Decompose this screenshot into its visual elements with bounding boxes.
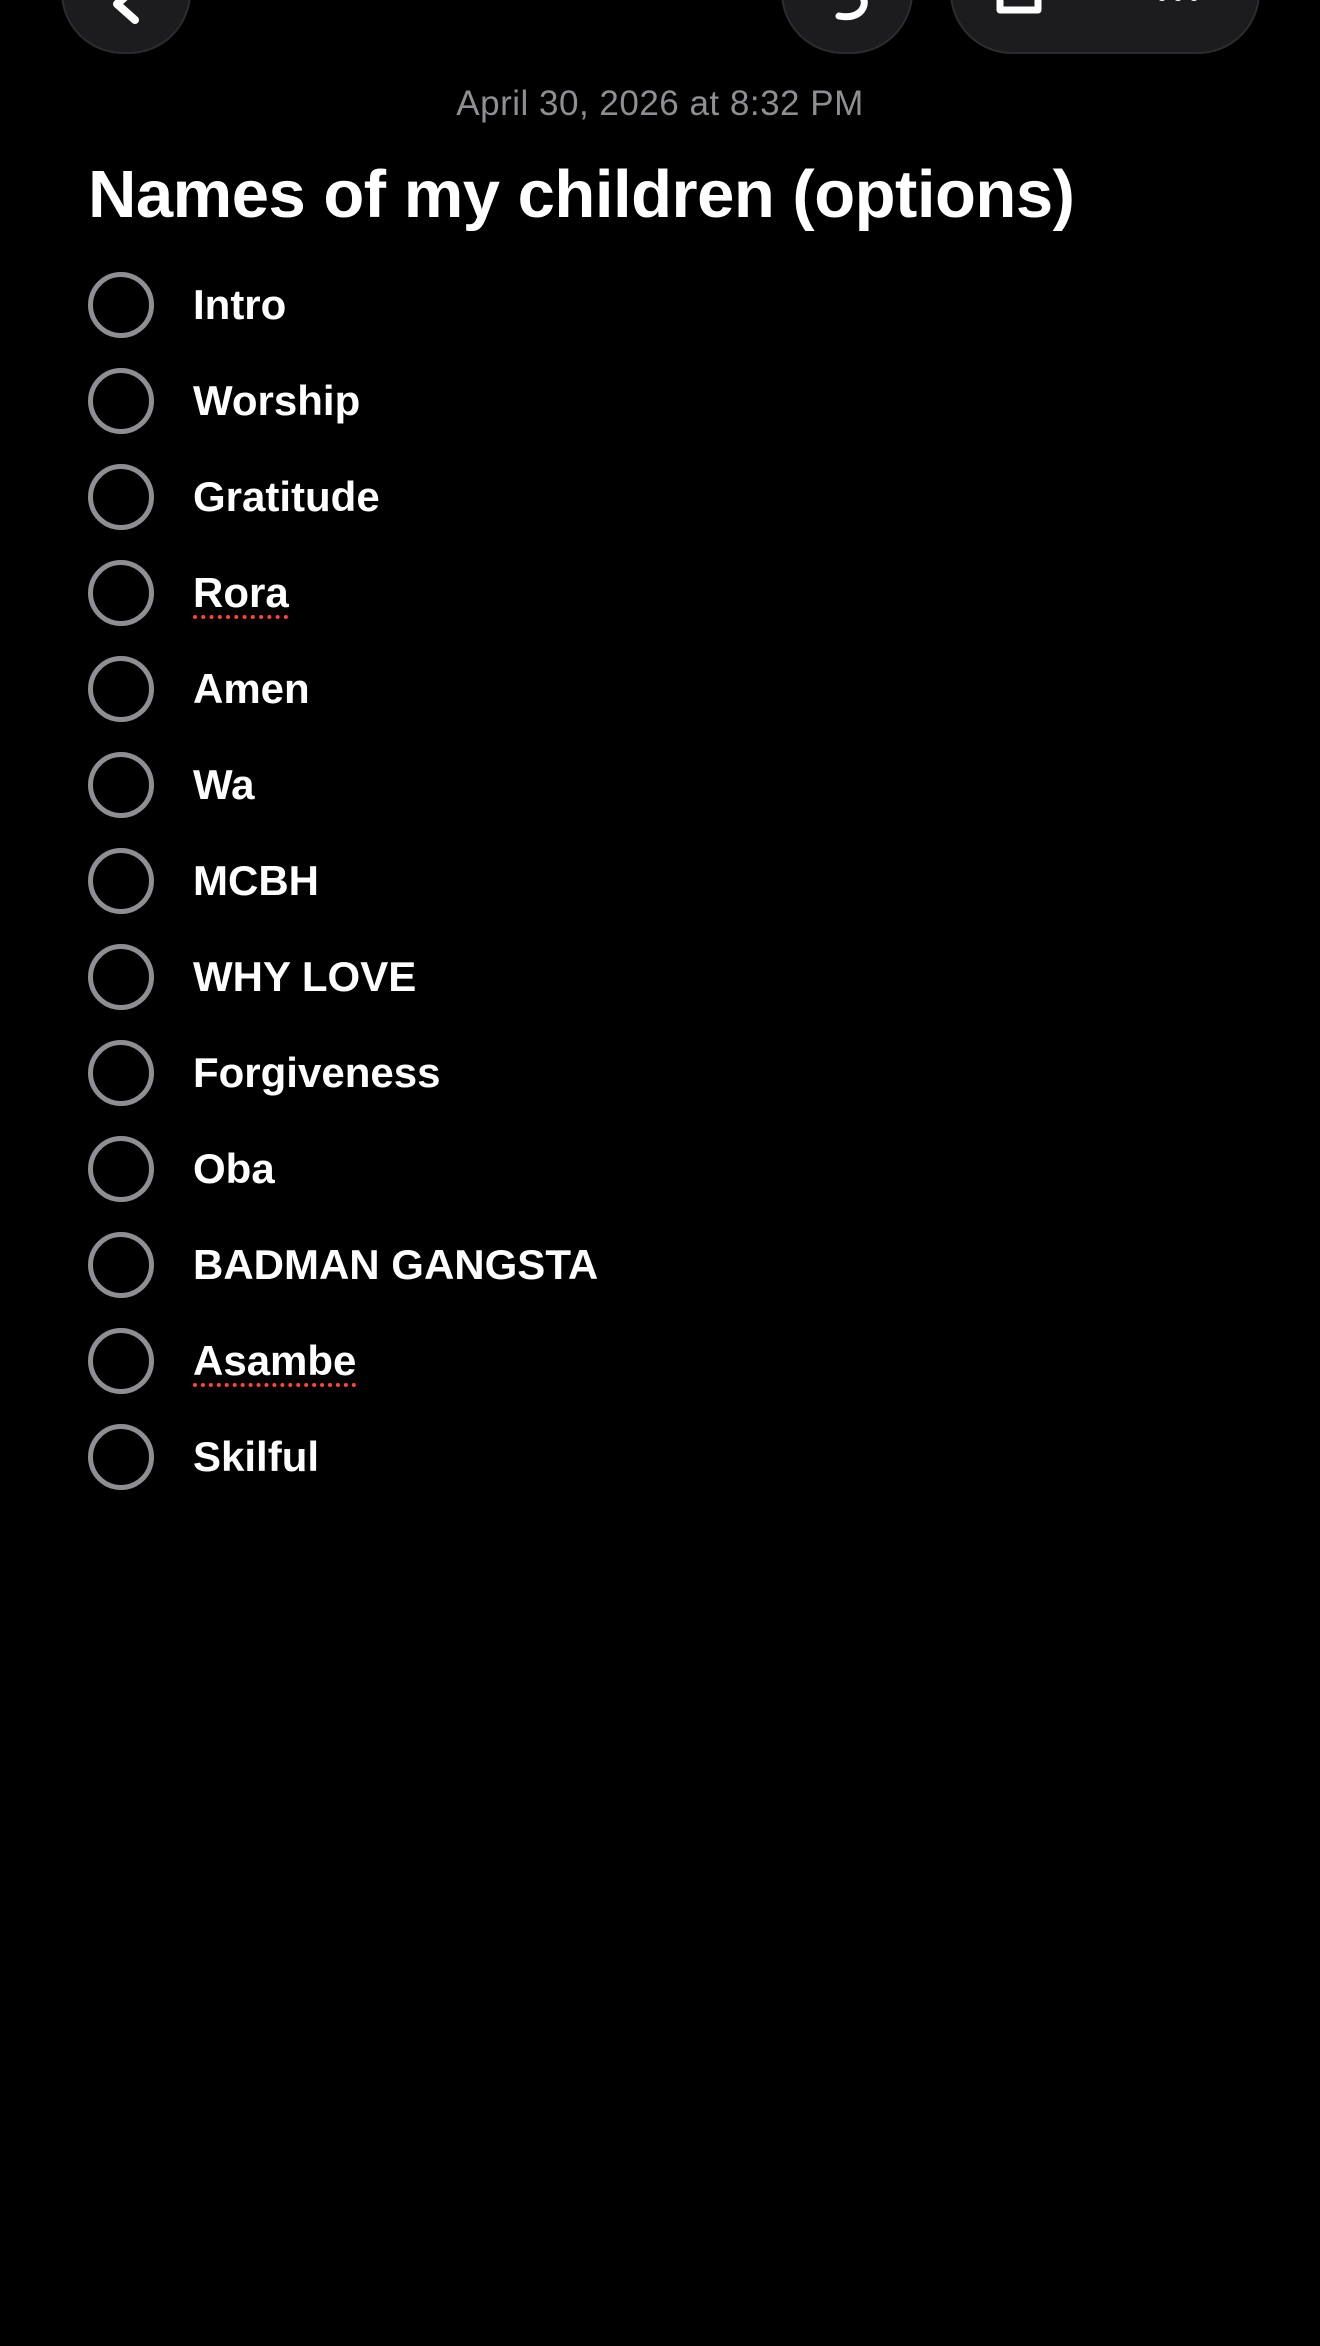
checklist-item-label[interactable]: Oba <box>193 1145 275 1193</box>
checklist-item[interactable]: Forgiveness <box>88 1025 1238 1121</box>
checkbox-circle-icon[interactable] <box>88 944 154 1010</box>
checkbox-circle-icon[interactable] <box>88 1232 154 1298</box>
checklist-item-label[interactable]: MCBH <box>193 857 319 905</box>
checklist-item[interactable]: Wa <box>88 737 1238 833</box>
checklist-item-label[interactable]: WHY LOVE <box>193 953 416 1001</box>
checklist-item[interactable]: Gratitude <box>88 449 1238 545</box>
checklist-item-label[interactable]: Amen <box>193 665 310 713</box>
redo-button[interactable] <box>781 0 913 54</box>
checklist-item-label[interactable]: Forgiveness <box>193 1049 440 1097</box>
back-button[interactable] <box>61 0 191 54</box>
checkbox-circle-icon[interactable] <box>88 464 154 530</box>
checklist-item[interactable]: Asambe <box>88 1313 1238 1409</box>
checkbox-circle-icon[interactable] <box>88 752 154 818</box>
checkbox-circle-icon[interactable] <box>88 272 154 338</box>
checklist-item-label[interactable]: Intro <box>193 281 286 329</box>
checklist-item[interactable]: MCBH <box>88 833 1238 929</box>
checklist-item[interactable]: Oba <box>88 1121 1238 1217</box>
checklist-item[interactable]: Amen <box>88 641 1238 737</box>
chevron-left-icon <box>113 0 139 24</box>
checklist-item-label[interactable]: BADMAN GANGSTA <box>193 1241 598 1289</box>
checklist-item-label[interactable]: Rora <box>193 569 289 617</box>
checklist-item[interactable]: Rora <box>88 545 1238 641</box>
checklist-item-label[interactable]: Gratitude <box>193 473 380 521</box>
checklist-item-label[interactable]: Skilful <box>193 1433 319 1481</box>
checklist-item-label[interactable]: Asambe <box>193 1337 356 1385</box>
checkbox-circle-icon[interactable] <box>88 560 154 626</box>
checklist-item[interactable]: Intro <box>88 257 1238 353</box>
checklist-item-label[interactable]: Worship <box>193 377 360 425</box>
checklist-item-label[interactable]: Wa <box>193 761 254 809</box>
note-timestamp: April 30, 2026 at 8:32 PM <box>456 84 864 123</box>
checklist-item[interactable]: WHY LOVE <box>88 929 1238 1025</box>
checklist: Intro Worship Gratitude Rora Amen Wa MCBH WHY L… <box>88 257 1238 1505</box>
toolbar <box>0 0 1320 60</box>
checkbox-circle-icon[interactable] <box>88 1328 154 1394</box>
checkbox-circle-icon[interactable] <box>88 1424 154 1490</box>
checklist-item[interactable]: Skilful <box>88 1409 1238 1505</box>
checkbox-circle-icon[interactable] <box>88 848 154 914</box>
share-icon <box>996 0 1042 14</box>
note-title[interactable]: Names of my children (options) <box>88 156 1075 233</box>
share-more-group <box>950 0 1260 54</box>
checkbox-circle-icon[interactable] <box>88 1040 154 1106</box>
checkbox-circle-icon[interactable] <box>88 656 154 722</box>
checklist-item[interactable]: BADMAN GANGSTA <box>88 1217 1238 1313</box>
ellipsis-icon <box>1159 0 1197 1</box>
redo-icon <box>835 0 868 21</box>
checklist-item[interactable]: Worship <box>88 353 1238 449</box>
checkbox-circle-icon[interactable] <box>88 1136 154 1202</box>
checkbox-circle-icon[interactable] <box>88 368 154 434</box>
